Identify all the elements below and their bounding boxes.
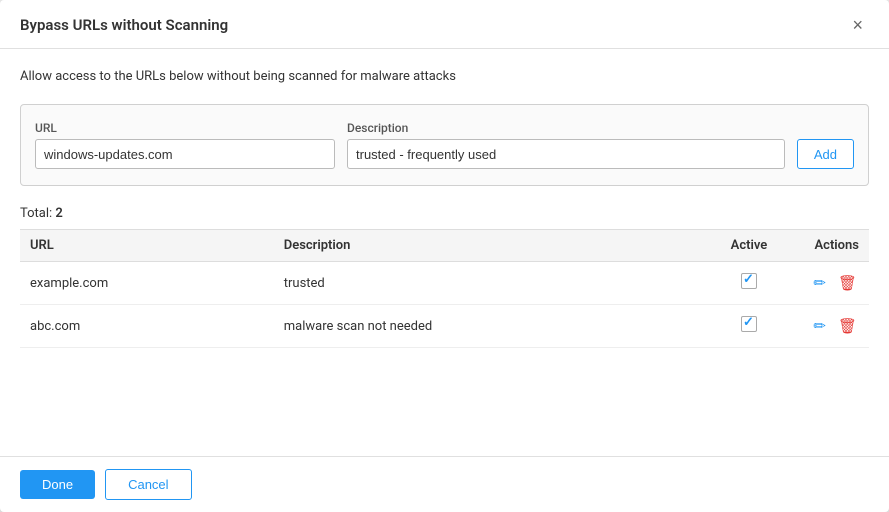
add-button[interactable]: Add [797,139,854,169]
table-header-row: URL Description Active Actions [20,230,869,262]
cell-description: malware scan not needed [274,305,709,348]
close-button[interactable]: × [846,14,869,36]
input-section: URL Description Add [20,104,869,186]
done-button[interactable]: Done [20,470,95,499]
edit-button[interactable]: ✏ [811,272,828,294]
active-checkbox[interactable] [741,273,757,289]
edit-button[interactable]: ✏ [811,315,828,337]
total-count: 2 [55,206,62,221]
dialog-title: Bypass URLs without Scanning [20,16,228,34]
input-group: URL Description [35,121,785,169]
description-label: Description [347,121,785,135]
edit-icon: ✏ [813,317,826,335]
url-input[interactable] [35,139,335,169]
urls-table: URL Description Active Actions example.c… [20,229,869,348]
dialog-footer: Done Cancel [0,456,889,512]
cell-actions: ✏ 🗑 [789,262,869,305]
url-field: URL [35,121,335,169]
delete-button[interactable]: 🗑 [836,272,859,294]
cell-actions: ✏ 🗑 [789,305,869,348]
col-header-url: URL [20,230,274,262]
cancel-button[interactable]: Cancel [105,469,191,500]
description-input[interactable] [347,139,785,169]
edit-icon: ✏ [813,274,826,292]
active-checkbox[interactable] [741,316,757,332]
col-header-actions: Actions [789,230,869,262]
cell-url: abc.com [20,305,274,348]
dialog-header: Bypass URLs without Scanning × [0,0,889,49]
cell-url: example.com [20,262,274,305]
delete-button[interactable]: 🗑 [836,315,859,337]
table-row: example.com trusted ✏ 🗑 [20,262,869,305]
delete-icon: 🗑 [838,274,857,292]
bypass-urls-dialog: Bypass URLs without Scanning × Allow acc… [0,0,889,512]
url-label: URL [35,121,335,135]
col-header-description: Description [274,230,709,262]
dialog-description: Allow access to the URLs below without b… [20,69,869,84]
dialog-body: Allow access to the URLs below without b… [0,49,889,456]
cell-active [709,305,789,348]
table-row: abc.com malware scan not needed ✏ 🗑 [20,305,869,348]
total-prefix: Total: [20,206,55,221]
delete-icon: 🗑 [838,317,857,335]
col-header-active: Active [709,230,789,262]
action-icons: ✏ 🗑 [799,315,859,337]
cell-active [709,262,789,305]
total-label: Total: 2 [20,206,869,221]
action-icons: ✏ 🗑 [799,272,859,294]
cell-description: trusted [274,262,709,305]
description-field: Description [347,121,785,169]
